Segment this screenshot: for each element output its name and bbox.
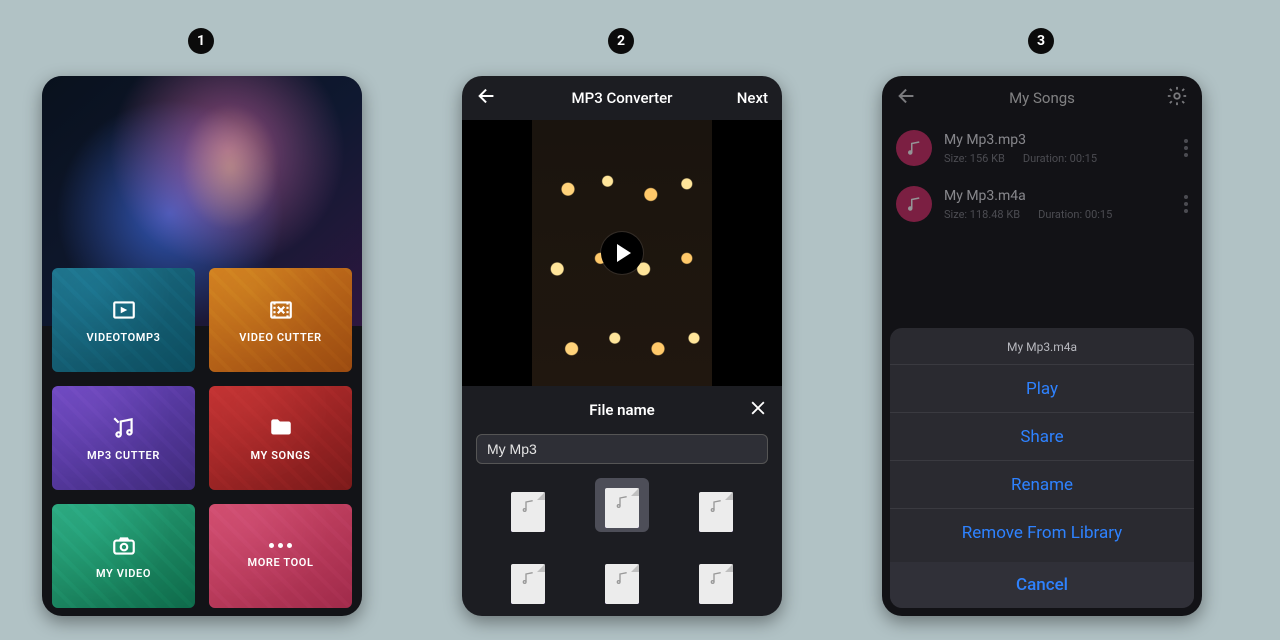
more-icon xyxy=(269,543,292,548)
song-row[interactable]: My Mp3.mp3 Size: 156 KB Duration: 00:15 xyxy=(882,120,1202,176)
tile-label: MY VIDEO xyxy=(96,567,151,580)
video-cutter-icon xyxy=(268,297,294,323)
tile-label: MY SONGS xyxy=(250,449,310,462)
folder-icon xyxy=(268,415,294,441)
music-note-icon xyxy=(520,570,536,586)
music-note-icon xyxy=(708,570,724,586)
song-icon xyxy=(896,130,932,166)
next-button[interactable]: Next xyxy=(737,89,768,107)
sheet-option-share[interactable]: Share xyxy=(890,412,1194,460)
back-icon xyxy=(476,85,498,107)
tile-label: MORE TOOL xyxy=(248,556,314,569)
format-caf[interactable]: CAF xyxy=(689,550,743,604)
home-screen: VIDEOTOMP3 VIDEO CUTTER MP3 CUTTER MY SO… xyxy=(42,76,362,616)
music-note-icon xyxy=(614,570,630,586)
mp3-cutter-icon xyxy=(111,415,137,441)
page-title: MP3 Converter xyxy=(572,89,673,107)
action-sheet: My Mp3.m4a Play Share Rename Remove From… xyxy=(890,328,1194,608)
tile-mp3-cutter[interactable]: MP3 CUTTER xyxy=(52,386,195,490)
song-row[interactable]: My Mp3.m4a Size: 118.48 KB Duration: 00:1… xyxy=(882,176,1202,232)
sheet-option-play[interactable]: Play xyxy=(890,364,1194,412)
step-badge: 3 xyxy=(1028,28,1054,54)
camera-icon xyxy=(111,533,137,559)
song-icon xyxy=(896,186,932,222)
music-note-icon xyxy=(905,139,923,157)
close-icon xyxy=(748,398,768,418)
close-button[interactable] xyxy=(748,398,768,418)
song-name: My Mp3.mp3 xyxy=(944,132,1172,148)
format-mp3[interactable]: MP3 xyxy=(501,478,555,532)
panel-title: File name xyxy=(589,401,654,419)
back-button[interactable] xyxy=(896,85,918,111)
converter-screen: MP3 Converter Next File name MP3 M4A xyxy=(462,76,782,616)
music-note-icon xyxy=(614,494,630,510)
my-songs-screen: My Songs My Mp3.mp3 Size: 156 KB Duration… xyxy=(882,76,1202,616)
song-duration: Duration: 00:15 xyxy=(1038,208,1112,221)
settings-button[interactable] xyxy=(1166,85,1188,111)
tile-my-songs[interactable]: MY SONGS xyxy=(209,386,352,490)
play-button[interactable] xyxy=(601,232,643,274)
back-icon xyxy=(896,85,918,107)
step-badge: 2 xyxy=(608,28,634,54)
sheet-option-rename[interactable]: Rename xyxy=(890,460,1194,508)
sheet-cancel[interactable]: Cancel xyxy=(890,562,1194,608)
song-duration: Duration: 00:15 xyxy=(1023,152,1097,165)
music-note-icon xyxy=(708,498,724,514)
more-button[interactable] xyxy=(1184,195,1188,213)
navbar: MP3 Converter Next xyxy=(462,76,782,120)
navbar: My Songs xyxy=(882,76,1202,120)
tile-video-cutter[interactable]: VIDEO CUTTER xyxy=(209,268,352,372)
tile-my-video[interactable]: MY VIDEO xyxy=(52,504,195,608)
back-button[interactable] xyxy=(476,85,498,111)
step-badge: 1 xyxy=(188,28,214,54)
sheet-option-remove[interactable]: Remove From Library xyxy=(890,508,1194,556)
song-size: Size: 156 KB xyxy=(944,152,1005,165)
more-button[interactable] xyxy=(1184,139,1188,157)
music-note-icon xyxy=(520,498,536,514)
music-note-icon xyxy=(905,195,923,213)
song-name: My Mp3.m4a xyxy=(944,188,1172,204)
filename-input[interactable] xyxy=(476,434,768,464)
song-size: Size: 118.48 KB xyxy=(944,208,1020,221)
video-preview[interactable] xyxy=(462,120,782,386)
tile-label: VIDEOTOMP3 xyxy=(86,331,160,344)
tile-label: MP3 CUTTER xyxy=(87,449,160,462)
tile-videotomp3[interactable]: VIDEOTOMP3 xyxy=(52,268,195,372)
sheet-title: My Mp3.m4a xyxy=(890,328,1194,364)
format-aif[interactable]: AIF xyxy=(595,550,649,604)
gear-icon xyxy=(1166,85,1188,107)
tile-more-tool[interactable]: MORE TOOL xyxy=(209,504,352,608)
format-grid: MP3 M4A WAV AAC AIF CAF xyxy=(476,478,768,604)
page-title: My Songs xyxy=(1009,89,1075,107)
format-wav[interactable]: WAV xyxy=(689,478,743,532)
format-aac[interactable]: AAC xyxy=(501,550,555,604)
format-m4a[interactable]: M4A xyxy=(595,478,649,532)
tile-label: VIDEO CUTTER xyxy=(239,331,321,344)
video2mp3-icon xyxy=(111,297,137,323)
